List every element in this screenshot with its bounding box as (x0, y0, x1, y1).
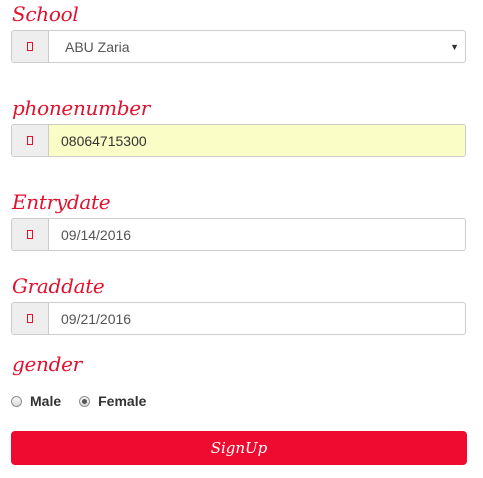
graddate-label: Graddate (12, 274, 105, 298)
entrydate-input[interactable]: 09/14/2016 (49, 219, 465, 250)
school-selected-text: ABU Zaria (65, 38, 130, 55)
phone-icon (27, 136, 33, 145)
phonenumber-input[interactable]: 08064715300 (49, 125, 465, 156)
entrydate-group: 09/14/2016 (11, 218, 466, 251)
graddate-value: 09/21/2016 (61, 310, 132, 327)
phonenumber-group: 08064715300 (11, 124, 466, 157)
entrydate-addon (12, 219, 49, 250)
phonenumber-addon (12, 125, 49, 156)
chevron-down-icon[interactable]: ▼ (450, 42, 459, 52)
school-select[interactable]: ABU Zaria ▼ (11, 30, 466, 63)
phonenumber-label: phonenumber (12, 96, 151, 120)
signup-button[interactable]: SignUp (11, 431, 467, 465)
signup-button-label: SignUp (210, 439, 268, 457)
gender-label: gender (12, 352, 82, 376)
calendar-icon (27, 230, 33, 239)
entrydate-label: Entrydate (12, 190, 111, 214)
gender-radio-male[interactable] (11, 395, 22, 407)
gender-label-male[interactable]: Male (30, 393, 61, 409)
calendar-icon (27, 314, 33, 323)
graddate-addon (12, 303, 49, 334)
gender-radio-female[interactable] (79, 395, 91, 407)
school-addon (12, 31, 49, 62)
graddate-group: 09/21/2016 (11, 302, 466, 335)
gender-label-female[interactable]: Female (98, 393, 146, 409)
university-icon (27, 42, 33, 51)
phonenumber-value: 08064715300 (61, 132, 147, 149)
school-select-value[interactable]: ABU Zaria ▼ (49, 31, 465, 62)
gender-radio-group: Male Female (11, 391, 164, 411)
entrydate-value: 09/14/2016 (61, 226, 132, 243)
graddate-input[interactable]: 09/21/2016 (49, 303, 465, 334)
school-label: School (12, 2, 79, 26)
